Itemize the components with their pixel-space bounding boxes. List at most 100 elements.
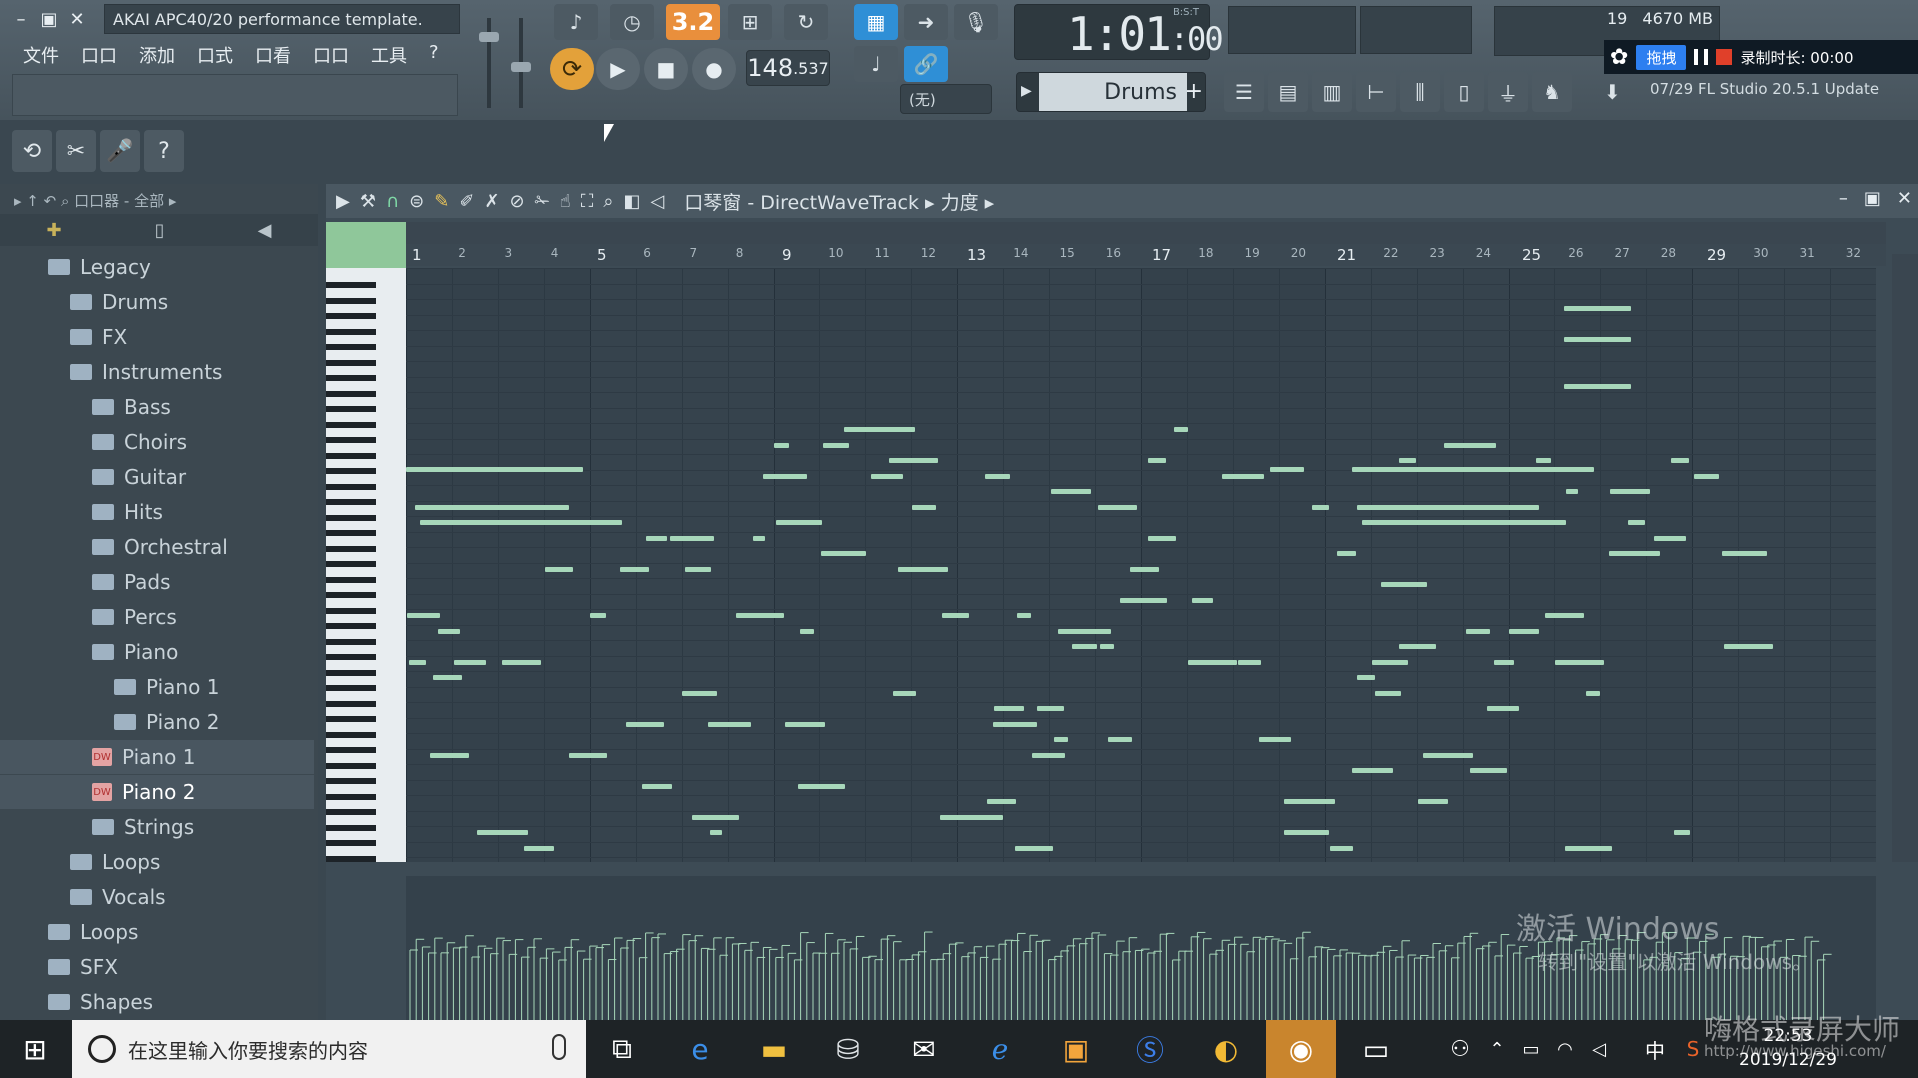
midi-note[interactable] (438, 628, 460, 634)
undo-icon[interactable]: ⟲ (12, 130, 52, 172)
microphone-icon[interactable]: 🎙 (954, 4, 998, 40)
midi-note[interactable] (709, 830, 722, 835)
zoom-icon[interactable]: ⌕ (603, 191, 613, 212)
bar-number[interactable]: 20 (1291, 246, 1306, 260)
menu-edit[interactable]: 口口 (70, 40, 128, 70)
channel-rack-icon[interactable]: ▤ (1268, 72, 1308, 112)
midi-note[interactable] (1329, 845, 1353, 851)
midi-note[interactable] (911, 504, 937, 510)
volume-icon[interactable]: ◁ (1584, 1024, 1614, 1074)
midi-note[interactable] (681, 690, 717, 696)
midi-note[interactable] (1107, 737, 1132, 742)
midi-note[interactable] (409, 659, 426, 665)
midi-note[interactable] (1058, 628, 1111, 634)
midi-note[interactable] (1724, 644, 1774, 649)
midi-note[interactable] (419, 520, 574, 525)
project-info-icon[interactable]: ▯ (1444, 72, 1484, 112)
piano-black-key[interactable] (326, 623, 376, 629)
playback-tool-icon[interactable]: ◧ (623, 191, 640, 212)
midi-note[interactable] (1508, 628, 1540, 634)
skype-icon[interactable]: Ⓢ (1120, 1024, 1180, 1074)
browser-item[interactable]: Loops (0, 915, 314, 949)
file-explorer-icon[interactable]: ▬ (744, 1024, 804, 1074)
bar-number[interactable]: 6 (643, 246, 651, 260)
piano-black-key[interactable] (326, 344, 376, 350)
browser-item[interactable]: Piano 2 (0, 705, 314, 739)
piano-black-key[interactable] (326, 700, 376, 707)
midi-note[interactable] (1147, 458, 1167, 463)
browser-speaker-icon[interactable]: ◀ (258, 220, 272, 241)
link-icon[interactable]: 🔗 (904, 46, 948, 82)
midi-note[interactable] (572, 520, 610, 525)
bar-number[interactable]: 26 (1568, 246, 1583, 260)
piano-black-key[interactable] (326, 452, 376, 459)
midi-note[interactable] (1535, 458, 1552, 463)
bar-number[interactable]: 27 (1615, 246, 1630, 260)
midi-note[interactable] (1072, 644, 1098, 649)
active-app-icon[interactable]: ◉ (1266, 1020, 1336, 1078)
camera-icon[interactable]: ▭ (1346, 1024, 1406, 1074)
menu-help[interactable]: ? (418, 40, 450, 70)
midi-note[interactable] (1352, 467, 1594, 473)
bar-ruler[interactable]: 1 2 3 4 5 6 7 8 9 10 11 12 13 14 15 16 17 18 19 20 21 22 23 24 2… (406, 244, 1886, 266)
loop-record-icon[interactable]: ↻ (784, 4, 828, 40)
ie-icon[interactable]: ℯ (970, 1024, 1030, 1074)
microphone-icon[interactable] (552, 1034, 566, 1060)
midi-note[interactable] (798, 783, 846, 789)
bar-number[interactable]: 23 (1430, 246, 1445, 260)
store-icon[interactable]: ⛁ (818, 1024, 878, 1074)
people-icon[interactable]: ⚇ (1430, 1024, 1490, 1074)
mixer-icon[interactable]: ⫼ (1400, 72, 1440, 112)
typing-keyboard-icon[interactable]: ▦ (854, 4, 898, 40)
step-edit-icon[interactable]: ⊞ (728, 4, 772, 40)
midi-note[interactable] (1192, 597, 1214, 603)
midi-note[interactable] (1356, 504, 1539, 510)
midi-note[interactable] (1130, 566, 1160, 572)
bar-number[interactable]: 9 (782, 246, 792, 264)
delete-tool-icon[interactable]: ✗ (484, 191, 499, 212)
pattern-arrow-icon[interactable]: ▶ (1021, 83, 1032, 99)
midi-note[interactable] (1563, 337, 1631, 343)
bar-number[interactable]: 10 (828, 246, 843, 260)
bar-number[interactable]: 24 (1476, 246, 1491, 260)
midi-note[interactable] (1174, 427, 1189, 432)
bar-number[interactable]: 1 (412, 246, 422, 264)
browser-item[interactable]: Shapes (0, 985, 314, 1019)
midi-note[interactable] (1221, 473, 1264, 479)
drag-button[interactable]: 拖拽 (1636, 44, 1687, 70)
speaker-icon[interactable]: ◁ (650, 191, 664, 212)
midi-note[interactable] (625, 721, 665, 727)
channel-name[interactable]: DirectWaveTrack (760, 192, 919, 214)
add-pattern-button[interactable]: + (1185, 79, 1203, 104)
midi-note[interactable] (1014, 845, 1053, 851)
pencil-icon[interactable]: ✎ (434, 191, 449, 212)
bar-number[interactable]: 16 (1106, 246, 1121, 260)
master-volume-slider[interactable] (478, 18, 500, 114)
midi-note[interactable] (708, 721, 751, 727)
pattern-name[interactable]: Drums (1039, 73, 1187, 111)
midi-note[interactable] (889, 458, 938, 463)
midi-note[interactable] (822, 442, 850, 448)
midi-note[interactable] (1284, 830, 1330, 835)
fl-studio-icon[interactable]: ◐ (1196, 1024, 1256, 1074)
tray-expand-icon[interactable]: ⌃ (1482, 1024, 1512, 1074)
piano-black-key[interactable] (326, 778, 376, 784)
browser-item[interactable]: Loops (0, 845, 314, 879)
piano-black-key[interactable] (326, 499, 376, 505)
piano-black-key[interactable] (326, 669, 376, 676)
midi-note[interactable] (893, 690, 917, 696)
piano-black-key[interactable] (326, 685, 376, 691)
piano-black-key[interactable] (326, 313, 376, 319)
bar-number[interactable]: 31 (1800, 246, 1815, 260)
playlist-icon[interactable]: ☰ (1224, 72, 1264, 112)
midi-note[interactable] (691, 814, 740, 820)
midi-note[interactable] (503, 830, 524, 835)
menu-view[interactable]: 口看 (244, 40, 302, 70)
browser-item[interactable]: FX (0, 320, 314, 354)
select-tool-icon[interactable]: ☝ (560, 191, 571, 212)
piano-black-key[interactable] (326, 793, 376, 800)
mute-tool-icon[interactable]: ⊘ (510, 191, 525, 212)
plugin-icon[interactable]: ⏚ (1488, 72, 1528, 112)
midi-note[interactable] (992, 721, 1038, 727)
bar-number[interactable]: 8 (736, 246, 744, 260)
